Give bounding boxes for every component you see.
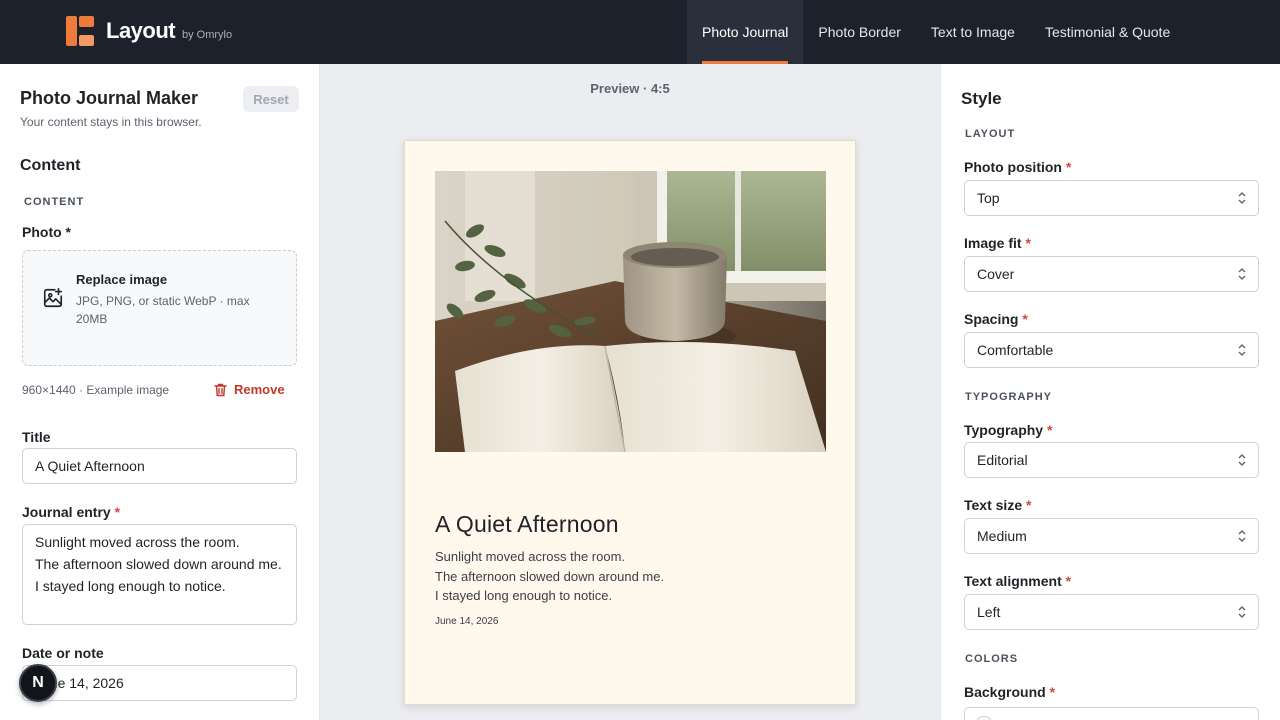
style-panel: Style LAYOUT Photo position * Top Image … xyxy=(940,64,1280,720)
card-line: I stayed long enough to notice. xyxy=(435,588,613,603)
text-alignment-label-text: Text alignment xyxy=(964,573,1062,589)
entry-line: The afternoon slowed down around me. xyxy=(35,556,282,572)
text-size-label-text: Text size xyxy=(964,497,1023,513)
card-line: The afternoon slowed down around me. xyxy=(435,568,665,584)
remove-label: Remove xyxy=(234,382,285,397)
style-title: Style xyxy=(961,89,1002,108)
chevron-updown-icon xyxy=(1238,454,1246,466)
required-marker: * xyxy=(1022,311,1028,327)
required-marker: * xyxy=(1065,159,1072,175)
main-nav: Photo Journal Photo Border Text to Image… xyxy=(687,0,1185,64)
tab-photo-journal[interactable]: Photo Journal xyxy=(687,0,804,64)
top-bar: Layout by Omrylo Photo Journal Photo Bor… xyxy=(0,0,1280,64)
upload-title: Replace image xyxy=(76,272,168,287)
photo-position-label-text: Photo position xyxy=(964,159,1062,175)
spacing-value: Comfortable xyxy=(977,342,1054,358)
assistant-badge-button[interactable]: N xyxy=(19,664,57,702)
required-marker: * xyxy=(1026,497,1032,513)
text-alignment-select[interactable]: Left xyxy=(964,594,1259,630)
photo-label: Photo * xyxy=(22,224,71,240)
chevron-updown-icon xyxy=(1238,268,1246,280)
trash-icon xyxy=(214,383,227,396)
photo-position-value: Top xyxy=(977,190,1000,206)
preview-area: Preview · 4:5 A Quiet Afternoon Sunlight… xyxy=(320,64,940,720)
typography-value: Editorial xyxy=(977,452,1028,468)
required-marker: * xyxy=(114,504,121,520)
content-panel: Photo Journal Maker Your content stays i… xyxy=(0,64,320,720)
image-fit-label: Image fit * xyxy=(964,235,1031,251)
typography-label-text: Typography xyxy=(964,422,1044,438)
brand-name: Layout xyxy=(106,18,176,43)
layout-caption: LAYOUT xyxy=(965,128,1016,140)
text-size-label: Text size * xyxy=(964,497,1031,513)
required-marker: * xyxy=(1049,684,1056,700)
brand-byline: by Omrylo xyxy=(182,29,233,41)
title-input[interactable]: A Quiet Afternoon xyxy=(22,448,297,484)
journal-card-preview: A Quiet Afternoon Sunlight moved across … xyxy=(404,140,856,705)
required-marker: * xyxy=(1025,235,1031,251)
content-caption: CONTENT xyxy=(24,196,85,208)
preview-label: Preview · 4:5 xyxy=(590,81,670,96)
required-marker: * xyxy=(1065,573,1072,589)
background-label: Background * xyxy=(964,684,1055,700)
journal-entry-textarea[interactable]: Sunlight moved across the room. The afte… xyxy=(22,524,297,625)
photo-position-select[interactable]: Top xyxy=(964,180,1259,216)
card-body: Sunlight moved across the room. The afte… xyxy=(435,547,815,606)
title-label: Title xyxy=(22,429,51,445)
spacing-select[interactable]: Comfortable xyxy=(964,332,1259,368)
text-size-value: Medium xyxy=(977,528,1027,544)
background-color-input[interactable]: #FFF8EE xyxy=(964,707,1259,720)
journal-photo xyxy=(435,171,826,452)
chevron-updown-icon xyxy=(1238,192,1246,204)
entry-line: Sunlight moved across the room. xyxy=(35,534,240,550)
text-alignment-value: Left xyxy=(977,604,1001,620)
card-line: Sunlight moved across the room. xyxy=(435,549,626,564)
chevron-updown-icon xyxy=(1238,530,1246,542)
layout-logo-icon[interactable] xyxy=(66,16,94,46)
panel-title: Photo Journal Maker xyxy=(20,88,199,108)
image-plus-icon xyxy=(43,288,63,308)
typography-select[interactable]: Editorial xyxy=(964,442,1259,478)
panel-subtitle: Your content stays in this browser. xyxy=(20,115,202,129)
photo-upload-dropzone[interactable]: Replace image JPG, PNG, or static WebP ·… xyxy=(22,250,297,366)
spacing-label-text: Spacing xyxy=(964,311,1019,327)
background-color-swatch[interactable] xyxy=(975,716,993,720)
tab-text-to-image[interactable]: Text to Image xyxy=(916,0,1030,64)
journal-entry-label: Journal entry * xyxy=(22,504,120,520)
upload-hint: JPG, PNG, or static WebP · max 20MB xyxy=(76,294,250,326)
colors-caption: COLORS xyxy=(965,653,1019,665)
tab-photo-border[interactable]: Photo Border xyxy=(803,0,916,64)
text-size-select[interactable]: Medium xyxy=(964,518,1259,554)
card-date: June 14, 2026 xyxy=(435,616,499,627)
text-alignment-label: Text alignment * xyxy=(964,573,1071,589)
journal-entry-label-text: Journal entry xyxy=(22,504,111,520)
required-marker: * xyxy=(1046,422,1053,438)
date-note-input[interactable]: June 14, 2026 xyxy=(22,665,297,701)
image-meta: 960×1440 · Example image xyxy=(22,383,170,397)
reset-button[interactable]: Reset xyxy=(243,86,299,112)
content-heading: Content xyxy=(20,157,81,174)
spacing-label: Spacing * xyxy=(964,311,1028,327)
background-label-text: Background xyxy=(964,684,1046,700)
photo-position-label: Photo position * xyxy=(964,159,1071,175)
card-title: A Quiet Afternoon xyxy=(435,511,619,537)
entry-line: I stayed long enough to notice. xyxy=(35,578,226,594)
chevron-updown-icon xyxy=(1238,344,1246,356)
typography-label: Typography * xyxy=(964,422,1052,438)
image-fit-select[interactable]: Cover xyxy=(964,256,1259,292)
remove-image-button[interactable]: Remove xyxy=(214,382,285,397)
tab-testimonial-quote[interactable]: Testimonial & Quote xyxy=(1030,0,1185,64)
image-fit-label-text: Image fit xyxy=(964,235,1022,251)
typography-caption: TYPOGRAPHY xyxy=(965,391,1053,403)
date-note-label: Date or note xyxy=(22,645,104,661)
image-fit-value: Cover xyxy=(977,266,1015,282)
chevron-updown-icon xyxy=(1238,606,1246,618)
